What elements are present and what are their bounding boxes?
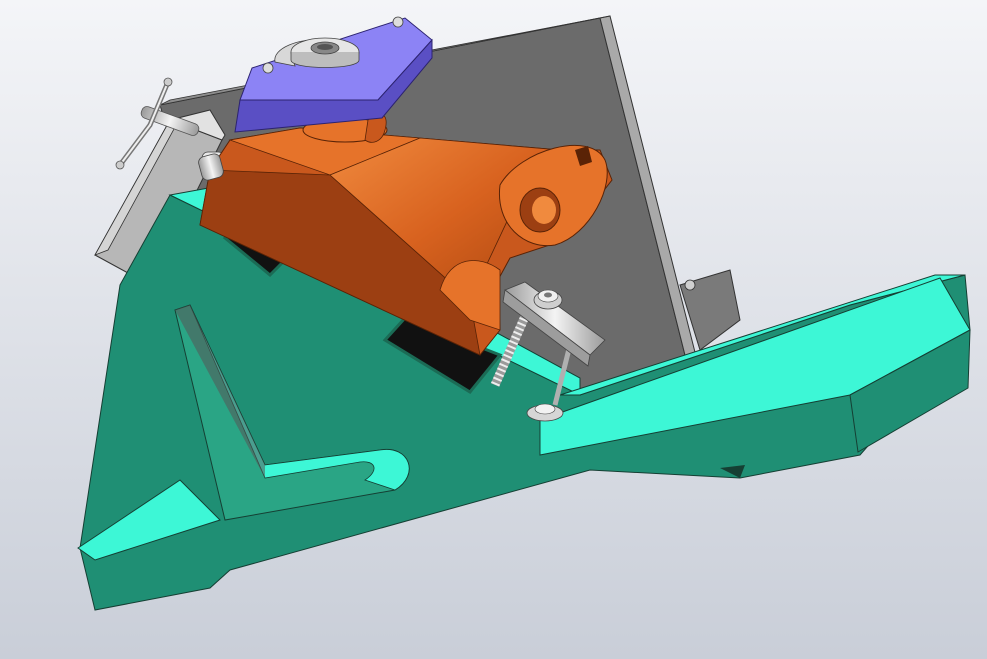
fixture-model-scene[interactable] xyxy=(0,0,987,659)
bracket-bolt-icon xyxy=(684,279,696,291)
cover-screw-icon xyxy=(262,62,274,74)
cad-viewport[interactable] xyxy=(0,0,987,659)
workpiece-bore-inner xyxy=(532,196,556,224)
cover-screw-icon xyxy=(392,16,404,28)
